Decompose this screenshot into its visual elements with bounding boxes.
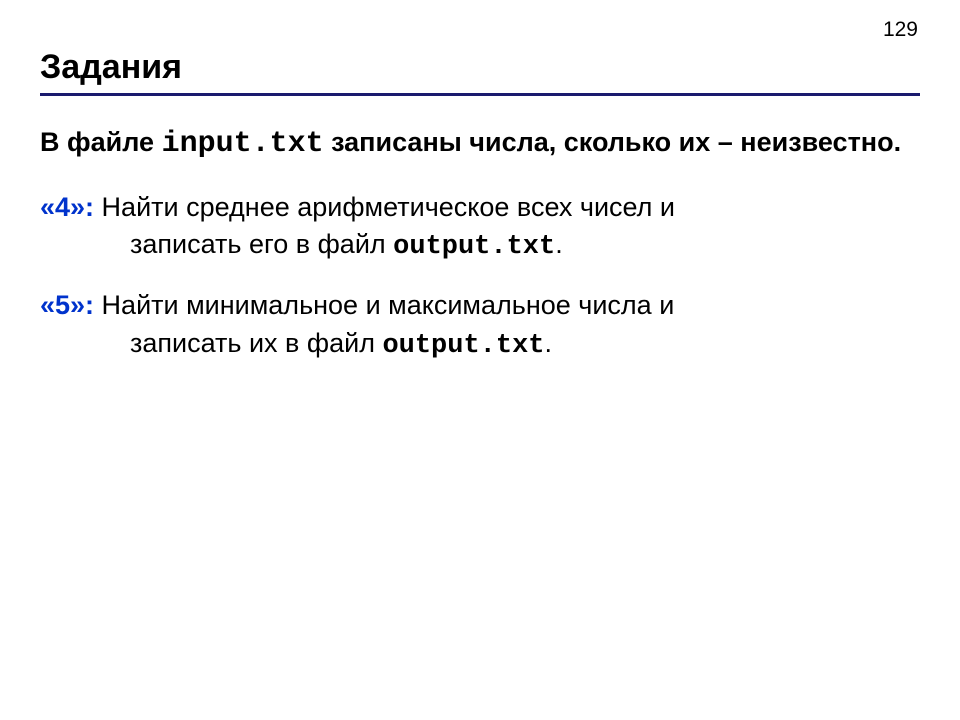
task-4-label: «4»: bbox=[40, 192, 94, 222]
task-5-line1-wrap: «5»: Найти минимальное и максимальное чи… bbox=[40, 287, 920, 325]
page-title: Задания bbox=[40, 48, 920, 87]
task-5-line2-wrap: записать их в файл output.txt. bbox=[40, 325, 920, 366]
task-4-line2-suffix: . bbox=[555, 229, 563, 259]
task-5-label: «5»: bbox=[40, 290, 94, 320]
task-5: «5»: Найти минимальное и максимальное чи… bbox=[40, 287, 920, 366]
task-5-code: output.txt bbox=[382, 331, 544, 361]
task-5-line1: Найти минимальное и максимальное числа и bbox=[94, 290, 674, 320]
task-4-line2-prefix: записать его в файл bbox=[130, 229, 393, 259]
task-4-line1: Найти среднее арифметическое всех чисел … bbox=[94, 192, 675, 222]
task-4: «4»: Найти среднее арифметическое всех ч… bbox=[40, 189, 920, 268]
task-4-line2-wrap: записать его в файл output.txt. bbox=[40, 226, 920, 267]
task-4-line1-wrap: «4»: Найти среднее арифметическое всех ч… bbox=[40, 189, 920, 227]
intro-code: input.txt bbox=[162, 127, 324, 161]
intro-text: В файле input.txt записаны числа, скольк… bbox=[40, 124, 920, 165]
title-divider bbox=[40, 93, 920, 96]
task-5-line2-prefix: записать их в файл bbox=[130, 328, 382, 358]
intro-part1: В файле bbox=[40, 127, 162, 157]
task-5-line2-suffix: . bbox=[544, 328, 552, 358]
page-number: 129 bbox=[883, 18, 918, 42]
task-4-code: output.txt bbox=[393, 232, 555, 262]
intro-part2: записаны числа, сколько их – неизвестно. bbox=[324, 127, 902, 157]
